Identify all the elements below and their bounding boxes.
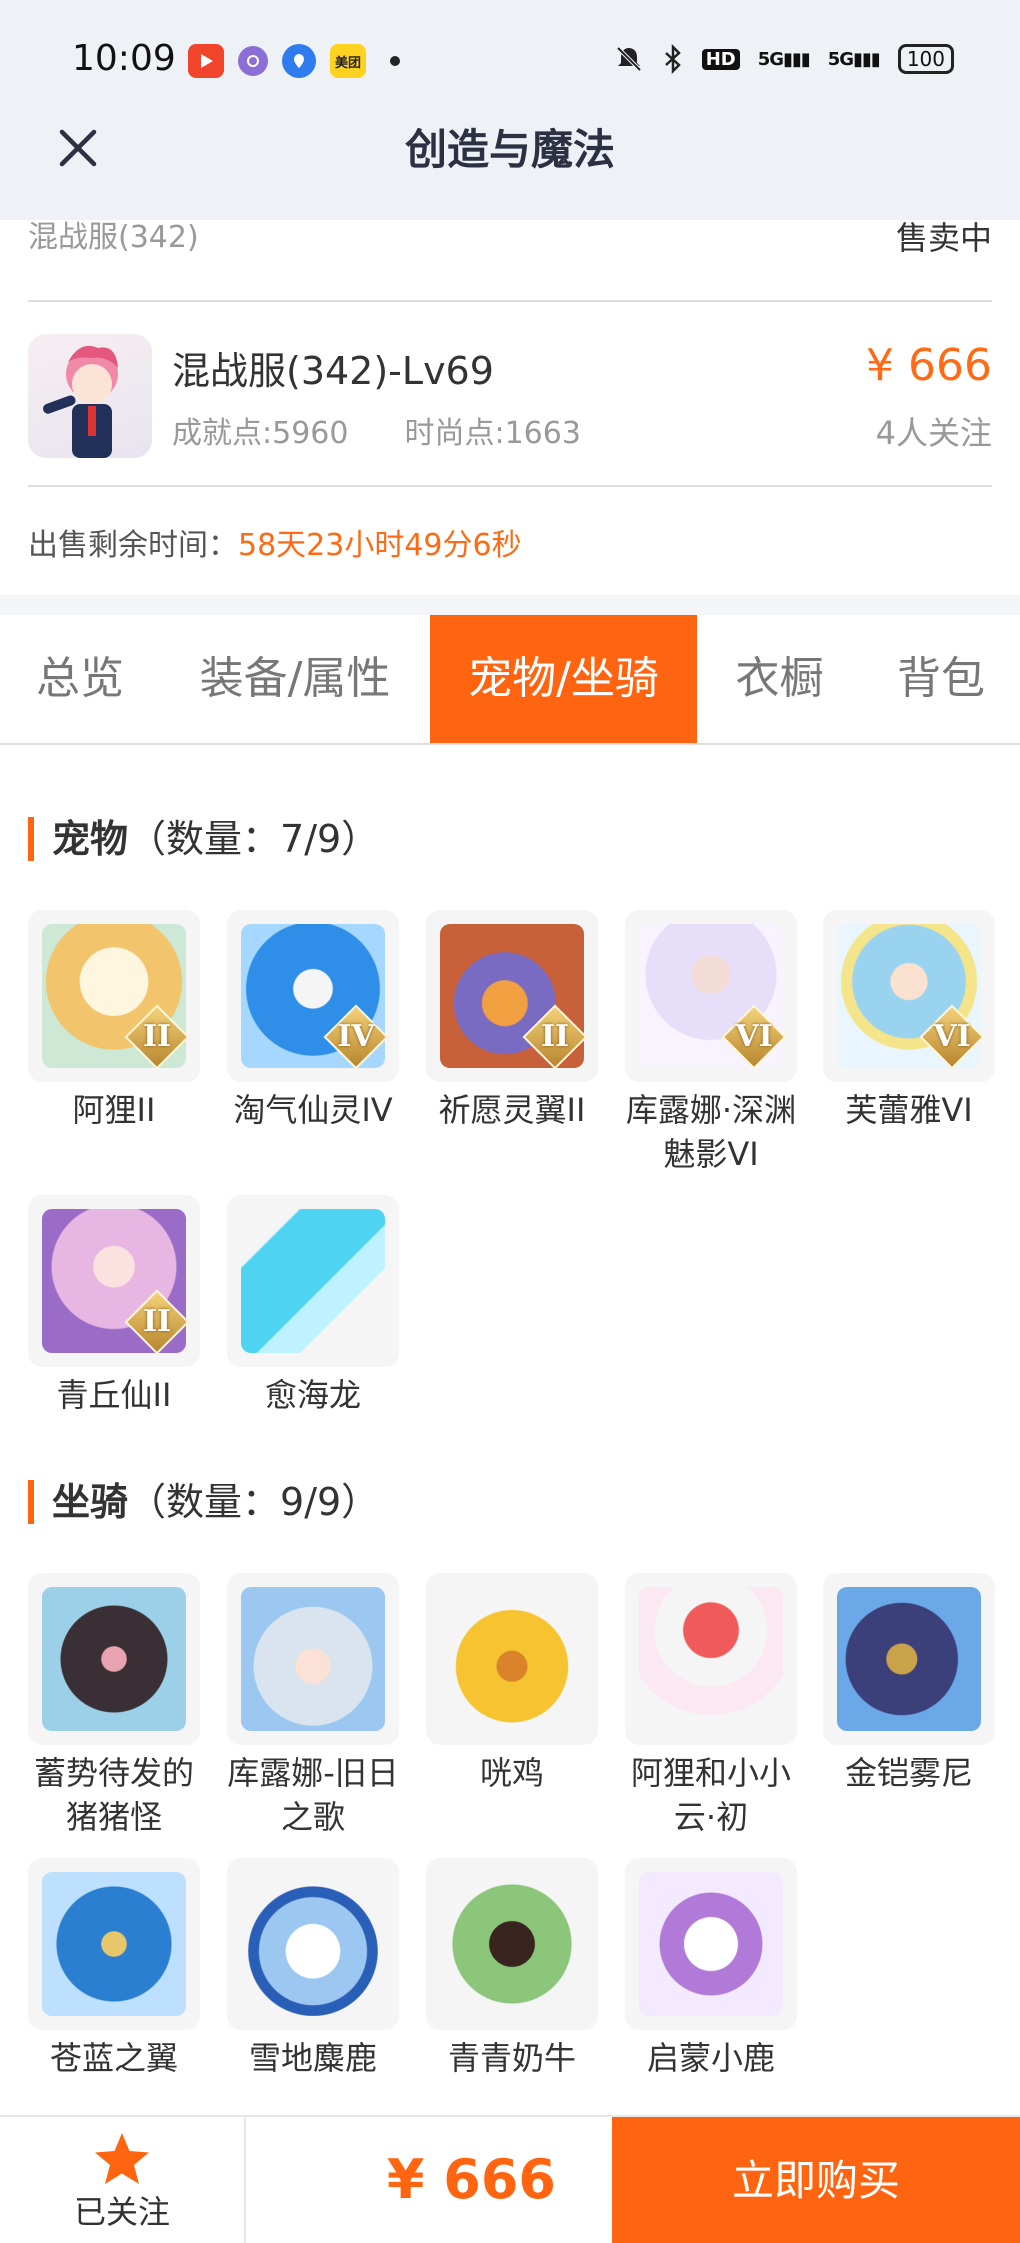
signal-5g-1: 5G▮▮▮ — [757, 48, 811, 70]
mount-item[interactable]: 苍蓝之翼 — [28, 1858, 200, 2080]
mount-image — [440, 1587, 584, 1731]
tier-badge-text: II — [142, 1019, 172, 1054]
server-row: 混战服(342) 售卖中 — [28, 220, 992, 302]
character-name: 混战服(342)-Lv69 — [172, 349, 494, 393]
battery-indicator: 100 — [897, 44, 954, 74]
pet-item[interactable]: II 青丘仙II — [28, 1195, 200, 1417]
tier-badge-text: II — [142, 1304, 172, 1339]
pet-name: 库露娜·深渊魅影VI — [625, 1091, 797, 1173]
mount-image — [42, 1872, 186, 2016]
pet-name: 青丘仙II — [56, 1376, 172, 1414]
tier-badge-text: VI — [735, 1019, 773, 1054]
mount-image — [241, 1587, 385, 1731]
mounts-count: （数量：9/9） — [128, 1480, 380, 1524]
detail-tabs: 总览 装备/属性 宠物/坐骑 衣橱 背包 — [0, 615, 1020, 745]
mount-item[interactable]: 青青奶牛 — [426, 1858, 598, 2080]
tab-equipment[interactable]: 装备/属性 — [160, 615, 430, 743]
hd-badge: HD — [701, 48, 740, 70]
mount-item[interactable]: 启蒙小鹿 — [625, 1858, 797, 2080]
browser-app-icon — [238, 46, 268, 76]
buy-now-button[interactable]: 立即购买 — [612, 2117, 1020, 2243]
mount-image — [241, 1872, 385, 2016]
remaining-time-value: 58天23小时49分6秒 — [238, 528, 522, 563]
mount-name: 阿狸和小小云·初 — [630, 1754, 791, 1836]
status-time: 10:09 — [72, 38, 176, 79]
character-row[interactable]: 混战服(342)-Lv69 成就点:5960 时尚点:1663 ¥ 666 4人… — [28, 304, 992, 487]
pet-image — [241, 1209, 385, 1353]
follow-label: 已关注 — [73, 2193, 170, 2231]
nav-bar: 创造与魔法 — [0, 120, 1020, 220]
mount-image — [440, 1872, 584, 2016]
tab-wardrobe[interactable]: 衣橱 — [697, 615, 862, 743]
mount-item[interactable]: 库露娜-旧日之歌 — [227, 1573, 399, 1839]
mount-name: 库露娜-旧日之歌 — [227, 1754, 399, 1836]
mount-image — [639, 1587, 783, 1731]
mount-item[interactable]: 雪地麋鹿 — [227, 1858, 399, 2080]
status-bar: 10:09 美团 HD 5G▮▮▮ 5G▮▮▮ 100 — [0, 0, 1020, 120]
meituan-app-icon: 美团 — [330, 44, 366, 78]
mount-image — [639, 1872, 783, 2016]
achievement-points: 成就点:5960 — [172, 416, 349, 451]
notification-dot — [390, 56, 400, 66]
star-icon — [95, 2133, 149, 2184]
mount-name: 苍蓝之翼 — [49, 2039, 178, 2077]
map-app-icon — [282, 44, 316, 78]
sale-status: 售卖中 — [895, 219, 992, 257]
pet-item[interactable]: II 阿狸II — [28, 910, 200, 1132]
pets-mounts-panel: 宠物（数量：7/9） II 阿狸II IV 淘气仙灵IV II 祈愿灵翼II V… — [0, 745, 1020, 2115]
pet-item[interactable]: VI 库露娜·深渊魅影VI — [625, 910, 797, 1176]
bottom-price: ¥ 666 — [386, 2148, 556, 2211]
tab-overview[interactable]: 总览 — [0, 615, 160, 743]
mute-bell-icon — [616, 46, 642, 72]
pet-name: 祈愿灵翼II — [438, 1091, 586, 1129]
mount-item[interactable]: 蓄势待发的猪猪怪 — [28, 1573, 200, 1839]
mount-item[interactable]: 阿狸和小小云·初 — [625, 1573, 797, 1839]
pets-title: 宠物 — [52, 817, 129, 861]
tab-pets-mounts[interactable]: 宠物/坐骑 — [430, 615, 697, 743]
mount-name: 蓄势待发的猪猪怪 — [33, 1754, 194, 1836]
pet-name: 芙蕾雅VI — [845, 1091, 973, 1129]
follow-button[interactable]: 已关注 — [0, 2117, 244, 2243]
follower-count: 4人关注 — [875, 414, 992, 452]
mount-name: 青青奶牛 — [447, 2039, 576, 2077]
character-stats: 成就点:5960 时尚点:1663 — [172, 408, 581, 452]
status-app-icons: 美团 — [188, 44, 400, 78]
character-avatar — [28, 334, 152, 458]
pet-name: 阿狸II — [72, 1091, 156, 1129]
tier-badge-text: IV — [337, 1019, 375, 1054]
status-indicators: HD 5G▮▮▮ 5G▮▮▮ 100 — [614, 44, 954, 74]
page-title: 创造与魔法 — [404, 125, 615, 174]
pet-name: 淘气仙灵IV — [233, 1091, 393, 1129]
mount-item[interactable]: 金铠雾尼 — [823, 1573, 995, 1795]
remaining-time-label: 出售剩余时间： — [28, 528, 238, 563]
mount-name: 咣鸡 — [479, 1754, 544, 1792]
pet-name: 愈海龙 — [264, 1376, 361, 1414]
mounts-section-title: 坐骑（数量：9/9） — [28, 1480, 379, 1524]
listing-info-card: 混战服(342) 售卖中 混战服(342)-Lv69 成就点:5960 时尚点:… — [0, 220, 1020, 595]
pet-item[interactable]: 愈海龙 — [227, 1195, 399, 1417]
fashion-points: 时尚点:1663 — [404, 416, 581, 451]
pet-item[interactable]: IV 淘气仙灵IV — [227, 910, 399, 1132]
video-app-icon — [188, 44, 224, 78]
mount-name: 启蒙小鹿 — [646, 2039, 775, 2077]
mounts-title: 坐骑 — [52, 1480, 129, 1524]
tab-backpack[interactable]: 背包 — [862, 615, 1020, 743]
pets-section-title: 宠物（数量：7/9） — [28, 817, 379, 861]
server-name: 混战服(342) — [28, 220, 199, 255]
pets-count: （数量：7/9） — [128, 817, 380, 861]
signal-5g-2: 5G▮▮▮ — [827, 48, 881, 70]
mount-name: 金铠雾尼 — [844, 1754, 973, 1792]
listing-price: ¥ 666 — [866, 340, 992, 391]
pet-item[interactable]: VI 芙蕾雅VI — [823, 910, 995, 1132]
bluetooth-icon — [664, 44, 681, 74]
tier-badge-text: VI — [933, 1019, 971, 1054]
remaining-time-row: 出售剩余时间：58天23小时49分6秒 — [28, 520, 522, 564]
pet-item[interactable]: II 祈愿灵翼II — [426, 910, 598, 1132]
bottom-action-bar: 已关注 ¥ 666 立即购买 — [0, 2115, 1020, 2243]
mount-image — [837, 1587, 981, 1731]
mount-image — [42, 1587, 186, 1731]
mount-name: 雪地麋鹿 — [248, 2039, 377, 2077]
mount-item[interactable]: 咣鸡 — [426, 1573, 598, 1795]
tier-badge-text: II — [540, 1019, 570, 1054]
